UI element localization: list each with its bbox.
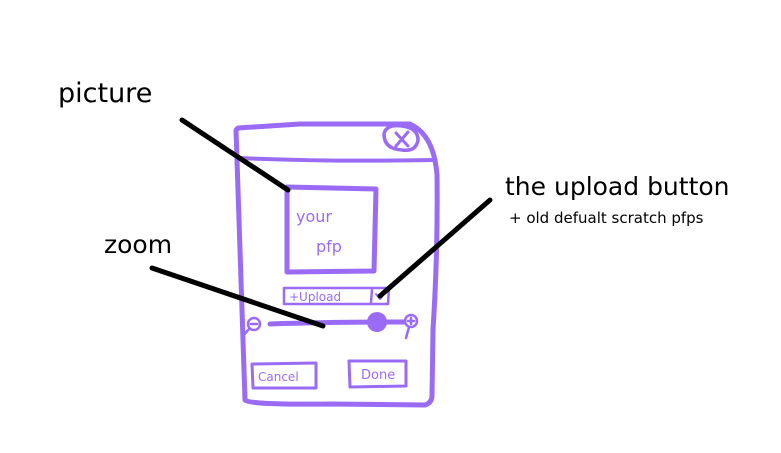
done-button-label: Done [361,368,395,383]
upload-button-note: + old defualt scratch pfps [509,209,704,227]
close-button[interactable] [382,123,420,153]
dropdown-divider [369,287,374,305]
zoom-in-button[interactable] [403,313,419,340]
header-divider [238,156,436,163]
picture-annotation: picture [58,78,153,109]
zoom-slider-thumb[interactable] [367,312,387,332]
picture-placeholder-text-2: pfp [316,237,342,256]
upload-button-annotation: the upload button [505,172,730,201]
zoom-annotation: zoom [104,230,173,259]
picture-placeholder-text-1: your [296,207,332,226]
picture-box [284,184,379,275]
cancel-button-label: Cancel [258,370,299,384]
upload-button-label: +Upload [289,290,341,304]
